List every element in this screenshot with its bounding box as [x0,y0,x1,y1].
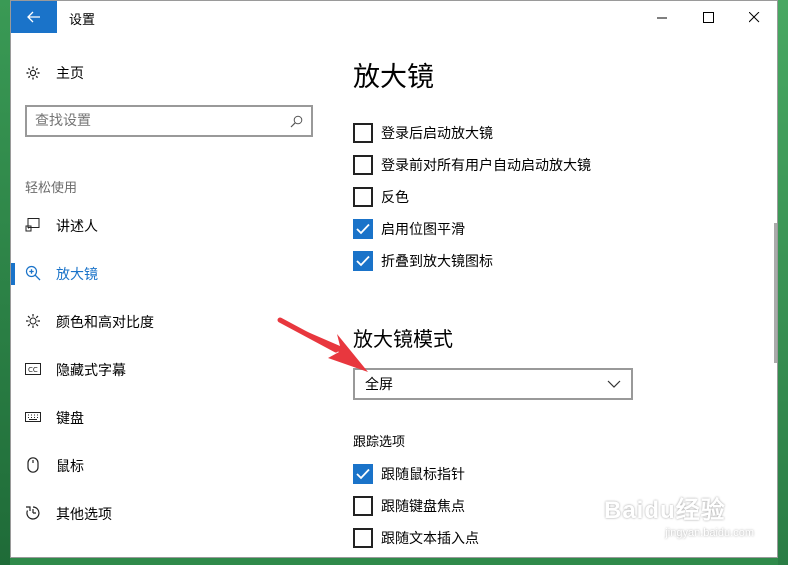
checkbox-label: 登录后启动放大镜 [381,126,493,142]
checkbox-label: 启用位图平滑 [381,222,465,238]
svg-text:CC: CC [28,366,38,374]
close-button[interactable] [731,1,777,33]
checkbox[interactable] [353,123,373,143]
checkbox-label: 跟随键盘焦点 [381,499,465,515]
checkbox-label: 跟随文本插入点 [381,531,479,547]
checkbox-label: 登录前对所有用户自动启动放大镜 [381,158,591,174]
sidebar-item-label: 隐藏式字幕 [56,363,126,379]
sidebar-item-label: 颜色和高对比度 [56,315,154,331]
minimize-button[interactable] [639,1,685,33]
search-box[interactable] [25,105,313,137]
home-label: 主页 [56,66,84,82]
sidebar-item-label: 放大镜 [56,267,98,283]
other-options-icon [26,506,40,520]
checkbox-checked[interactable] [353,251,373,271]
main-content: 放大镜 登录后启动放大镜 登录前对所有用户自动启动放大镜 反色 启用位图平滑 折… [329,33,777,557]
checkbox-label: 反色 [381,190,409,206]
option-bitmap-smoothing[interactable]: 启用位图平滑 [353,217,465,241]
minimize-icon [656,17,667,18]
checkbox[interactable] [353,496,373,516]
sidebar-item-magnifier[interactable]: 放大镜 [11,253,329,293]
option-follow-mouse[interactable]: 跟随鼠标指针 [353,462,465,486]
watermark-brand: Baidu经验 [604,497,726,524]
sidebar: 主页 轻松使用 讲述人 放大镜 颜色和高对比度 CC 隐藏式字幕 键盘 [11,33,329,557]
mouse-icon [27,457,39,473]
sidebar-item-label: 讲述人 [56,219,98,235]
checkbox-checked[interactable] [353,464,373,484]
magnifier-mode-heading: 放大镜模式 [353,327,453,351]
desktop-background-right [778,0,788,565]
checkbox-checked[interactable] [353,219,373,239]
gear-icon [26,66,40,80]
magnifier-mode-dropdown[interactable]: 全屏 [353,368,633,400]
option-start-before-login[interactable]: 登录前对所有用户自动启动放大镜 [353,153,591,177]
magnifier-icon [25,265,41,281]
sidebar-item-label: 其他选项 [56,507,112,523]
sidebar-item-other-options[interactable]: 其他选项 [11,493,329,533]
section-label: 轻松使用 [25,181,78,196]
sidebar-item-label: 鼠标 [56,459,84,475]
checkbox[interactable] [353,187,373,207]
narrator-icon [25,218,40,232]
brightness-icon [26,314,40,328]
checkbox-label: 折叠到放大镜图标 [381,254,493,270]
search-icon [290,115,303,127]
option-follow-keyboard-focus[interactable]: 跟随键盘焦点 [353,494,465,518]
sidebar-item-narrator[interactable]: 讲述人 [11,205,329,245]
back-button[interactable] [11,1,57,33]
title-bar: 设置 [11,1,777,33]
home-link[interactable]: 主页 [25,63,84,83]
checkmark-icon [356,468,370,480]
dropdown-value: 全屏 [365,377,393,393]
sidebar-item-label: 键盘 [56,411,84,427]
scrollbar[interactable] [774,223,777,363]
tracking-heading: 跟踪选项 [353,435,406,450]
back-arrow-icon [27,11,40,23]
option-invert-colors[interactable]: 反色 [353,185,409,209]
window-title: 设置 [69,13,96,28]
checkbox-label: 跟随鼠标指针 [381,467,465,483]
checkmark-icon [356,255,370,267]
page-title: 放大镜 [353,62,434,93]
option-follow-text-cursor[interactable]: 跟随文本插入点 [353,526,479,550]
search-input[interactable] [35,113,290,129]
option-collapse-to-icon[interactable]: 折叠到放大镜图标 [353,249,493,273]
closed-caption-icon: CC [25,363,41,375]
sidebar-item-mouse[interactable]: 鼠标 [11,445,329,485]
sidebar-item-closed-captions[interactable]: CC 隐藏式字幕 [11,349,329,389]
settings-window: 设置 主页 轻松使用 讲述人 放大镜 [10,0,778,558]
baidu-watermark: Baidu经验 jingyan.baidu.com [604,490,754,550]
sidebar-item-keyboard[interactable]: 键盘 [11,397,329,437]
checkbox[interactable] [353,528,373,548]
desktop-background-left [0,0,10,565]
checkbox[interactable] [353,155,373,175]
maximize-button[interactable] [685,1,731,33]
close-icon [748,11,759,22]
checkmark-icon [356,223,370,235]
maximize-icon [702,11,714,23]
watermark-url: jingyan.baidu.com [665,527,754,539]
chevron-down-icon [607,380,621,388]
sidebar-item-color-contrast[interactable]: 颜色和高对比度 [11,301,329,341]
option-start-after-login[interactable]: 登录后启动放大镜 [353,121,493,145]
keyboard-icon [25,412,41,422]
